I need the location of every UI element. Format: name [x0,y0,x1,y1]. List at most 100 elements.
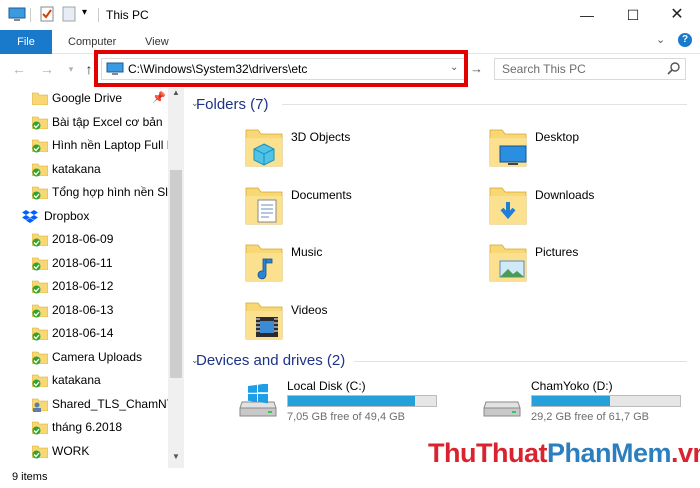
sidebar-item[interactable]: 2018-06-12 [0,276,168,298]
folder-label: Pictures [535,245,579,259]
drive-usage-bar [287,395,437,407]
drive-usage-fill [288,396,416,406]
sidebar-item[interactable]: katakana [0,370,168,392]
watermark-part2: PhanMem [546,438,672,468]
forward-button[interactable]: → [38,60,56,78]
sidebar-item[interactable]: 2018-06-11 [0,253,168,275]
sidebar-item-label: Google Drive [52,91,123,105]
toolbar-divider [30,8,31,22]
sidebar-item[interactable]: tháng 6.2018 [0,417,168,439]
sidebar-item[interactable]: Camera Uploads [0,347,168,369]
scrollbar-thumb[interactable] [170,170,182,378]
folder-item[interactable]: Pictures [488,241,688,291]
folder-label: Music [291,245,323,259]
folder-sync-icon [31,138,49,153]
search-input[interactable]: Search This PC [494,58,686,80]
tab-file[interactable]: File [0,30,52,54]
window-title: This PC [106,8,149,22]
folder-sync-icon [31,232,49,247]
help-icon[interactable]: ? [678,33,692,47]
folder-label: Desktop [535,130,580,144]
status-bar: 9 items [0,468,700,488]
sidebar-item[interactable]: Tổng hợp hình nền Slic [0,182,177,204]
sidebar-item-label: Tổng hợp hình nền Slic [52,185,177,199]
sidebar-item[interactable]: 2018-06-14 [0,323,168,345]
drive-icon [482,384,522,426]
new-folder-icon[interactable] [60,6,78,22]
scroll-down-icon[interactable]: ▼ [172,452,180,461]
sidebar-item-label: Camera Uploads [52,349,143,364]
drive-item[interactable]: ChamYoko (D:) 29,2 GB free of 61,7 GB [482,378,692,428]
close-button[interactable]: ✕ [654,0,700,30]
folder-item[interactable]: Music [244,241,444,291]
folder-item[interactable]: Videos [244,299,444,349]
sidebar-item-label: 2018-06-14 [52,326,114,340]
drives-header[interactable]: Devices and drives (2) [196,352,345,369]
folder-label: Videos [291,303,328,317]
sidebar-item-label: 2018-06-12 [52,279,114,293]
navigation-pane: Google Drive 📌 Bài tập Excel cơ bản Hình nề… [0,88,184,468]
sidebar-item[interactable]: Dropbox [0,206,168,228]
folder-item[interactable]: Documents [244,184,444,234]
folder-sync-icon [31,185,49,200]
sidebar-item[interactable]: Google Drive 📌 [0,88,168,110]
sidebar-item[interactable]: Hình nền Laptop Full H [0,135,175,157]
3d-objects-icon [244,126,284,168]
sidebar-item-label: tháng 6.2018 [52,420,123,434]
search-icon[interactable] [667,61,681,78]
sidebar-item[interactable]: katakana [0,159,168,181]
watermark-part3: .vn [671,438,700,468]
drive-usage-bar [531,395,681,407]
folder-label: Downloads [535,188,595,202]
watermark-part1: ThuThuat [428,438,547,468]
recent-locations-icon[interactable]: ▾ [62,60,80,78]
folder-item[interactable]: Downloads [488,184,688,234]
search-placeholder: Search This PC [502,62,586,76]
pin-icon[interactable]: 📌 [152,91,166,104]
minimize-button[interactable]: — [564,0,610,30]
sidebar-item[interactable]: WORK [0,441,168,463]
properties-icon[interactable] [38,6,56,22]
drive-label: ChamYoko (D:) [531,379,613,393]
folder-item[interactable]: Desktop [488,126,688,176]
pictures-icon [488,241,528,283]
sidebar-item-label: WORK [52,443,90,458]
sidebar-item-label: katakana [52,373,101,387]
go-arrow-icon[interactable]: → [470,61,483,76]
drive-usage-fill [532,396,611,406]
title-bar: ▾ This PC — ☐ ✕ [0,0,700,30]
folder-label: 3D Objects [291,130,351,144]
section-divider [354,361,687,362]
sidebar-item-label: Shared_TLS_ChamNT [52,396,175,411]
folder-sync-icon [31,162,49,176]
folder-label: Documents [291,188,352,202]
sidebar-item[interactable]: Shared_TLS_ChamNT [0,394,174,416]
this-pc-icon [8,6,26,22]
sidebar-item[interactable]: 2018-06-13 [0,300,168,322]
downloads-icon [488,184,528,226]
drive-item[interactable]: Local Disk (C:) 7,05 GB free of 49,4 GB [238,378,448,428]
section-divider [282,104,687,105]
folders-header[interactable]: Folders (7) [196,96,269,113]
drive-label: Local Disk (C:) [287,379,366,393]
sidebar-item[interactable]: Bài tập Excel cơ bản [0,112,168,134]
folder-sync-icon [31,303,49,317]
sidebar-item-label: 2018-06-09 [52,232,114,246]
scroll-up-icon[interactable]: ▲ [172,88,180,97]
folder-sync-icon [31,350,49,364]
customize-toolbar-icon[interactable]: ▾ [82,7,87,18]
sidebar-item-label: katakana [52,161,101,176]
desktop-icon [488,126,528,168]
sidebar-item-label: 2018-06-11 [52,255,113,270]
back-button[interactable]: ← [10,60,28,78]
ribbon-expand-icon[interactable]: ⌄ [656,33,665,46]
address-highlight-box [94,50,468,87]
windows-drive-icon [238,383,278,426]
music-icon [244,241,284,283]
folder-item[interactable]: 3D Objects [244,126,444,176]
maximize-button[interactable]: ☐ [610,0,656,30]
toolbar-divider [98,8,99,22]
folder-sync-icon [31,444,49,458]
sidebar-item[interactable]: 2018-06-09 [0,229,168,251]
videos-icon [244,299,284,341]
